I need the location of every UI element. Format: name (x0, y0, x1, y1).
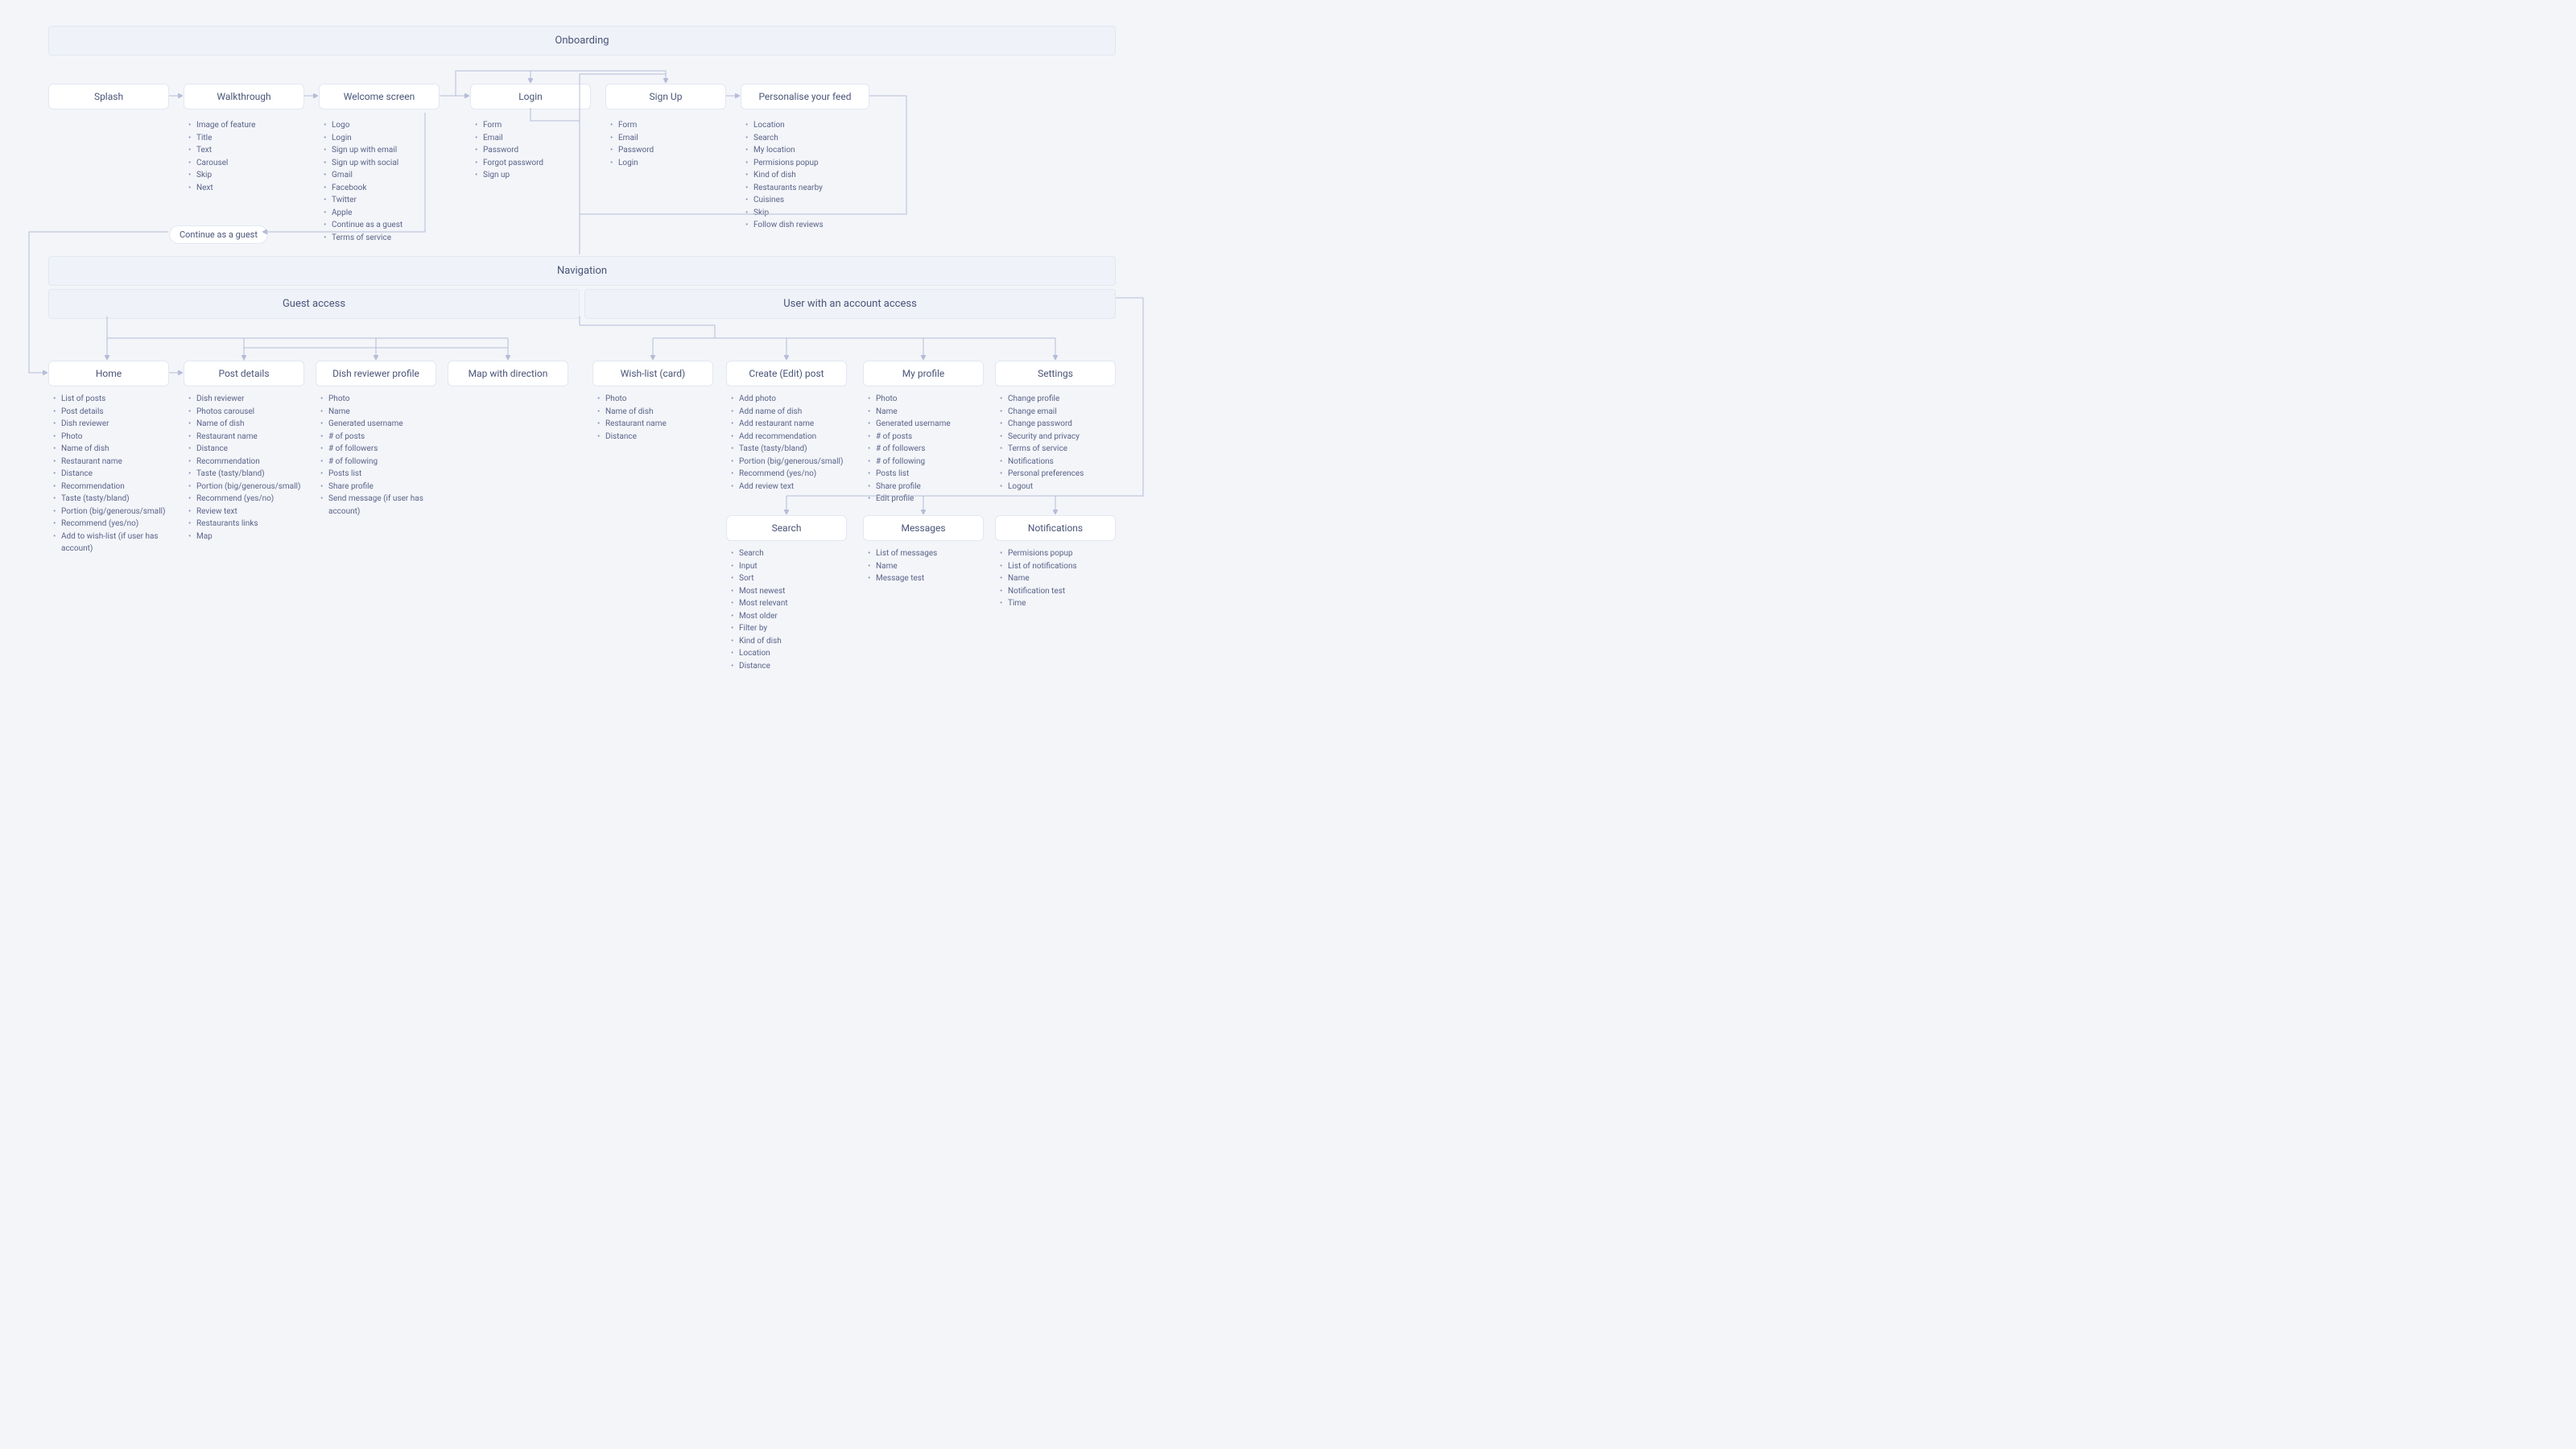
details-personalise: Location Search My location Permisions p… (745, 119, 824, 232)
section-navigation: Navigation (48, 256, 1116, 286)
section-guest: Guest access (48, 289, 580, 319)
node-create: Create (Edit) post (726, 361, 847, 386)
node-map: Map with direction (448, 361, 568, 386)
details-notifications: Permisions popup List of notifications N… (1000, 547, 1077, 610)
details-search: Search Input Sort Most newest Most relev… (731, 547, 788, 672)
section-onboarding: Onboarding (48, 26, 1116, 56)
node-signup: Sign Up (605, 84, 726, 109)
details-login: Form Email Password Forgot password Sign… (475, 119, 543, 182)
details-signup: Form Email Password Login (610, 119, 654, 169)
node-messages: Messages (863, 515, 984, 541)
node-settings: Settings (995, 361, 1116, 386)
details-settings: Change profile Change email Change passw… (1000, 393, 1084, 493)
details-reviewer: Photo Name Generated username # of posts… (320, 393, 448, 518)
node-personalise: Personalise your feed (741, 84, 869, 109)
details-welcome: Logo Login Sign up with email Sign up wi… (324, 119, 402, 244)
details-create: Add photo Add name of dish Add restauran… (731, 393, 852, 493)
node-post-details: Post details (184, 361, 304, 386)
details-home: List of posts Post details Dish reviewer… (53, 393, 172, 555)
node-profile: My profile (863, 361, 984, 386)
node-welcome: Welcome screen (319, 84, 440, 109)
node-login: Login (470, 84, 591, 109)
node-wishlist: Wish-list (card) (592, 361, 713, 386)
node-splash: Splash (48, 84, 169, 109)
details-walkthrough: Image of feature Title Text Carousel Ski… (188, 119, 255, 194)
section-user: User with an account access (584, 289, 1116, 319)
node-search: Search (726, 515, 847, 541)
details-wishlist: Photo Name of dish Restaurant name Dista… (597, 393, 667, 443)
details-messages: List of messages Name Message test (868, 547, 937, 585)
pill-continue-guest: Continue as a guest (169, 225, 268, 244)
node-home: Home (48, 361, 169, 386)
node-walkthrough: Walkthrough (184, 84, 304, 109)
node-reviewer: Dish reviewer profile (316, 361, 436, 386)
details-profile: Photo Name Generated username # of posts… (868, 393, 951, 506)
details-post: Dish reviewer Photos carousel Name of di… (188, 393, 311, 543)
node-notifications: Notifications (995, 515, 1116, 541)
